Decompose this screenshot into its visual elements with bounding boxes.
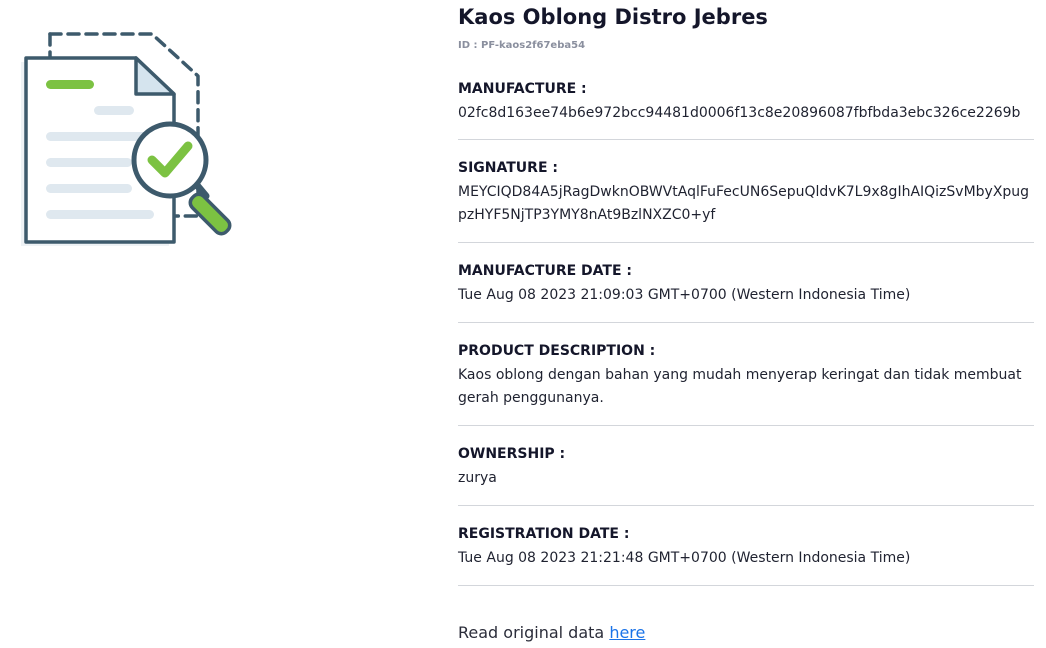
product-id: ID : PF-kaos2f67eba54 — [458, 40, 586, 51]
field-label: SIGNATURE : — [458, 160, 558, 176]
field-signature: SIGNATURE : MEYCIQD84A5jRagDwknOBWVtAqlF… — [458, 158, 1034, 243]
read-original-link[interactable]: here — [609, 623, 645, 642]
field-label: REGISTRATION DATE : — [458, 526, 630, 542]
field-label: PRODUCT DESCRIPTION : — [458, 343, 656, 359]
product-title: Kaos Oblong Distro Jebres — [458, 5, 768, 29]
read-original-text: Read original data — [458, 623, 605, 642]
field-ownership: OWNERSHIP : zurya — [458, 444, 1034, 506]
field-value: Tue Aug 08 2023 21:09:03 GMT+0700 (Weste… — [458, 287, 911, 303]
field-value: zurya — [458, 470, 497, 486]
field-registration-date: REGISTRATION DATE : Tue Aug 08 2023 21:2… — [458, 524, 1034, 586]
product-details: Kaos Oblong Distro Jebres ID : PF-kaos2f… — [458, 0, 1034, 644]
document-verified-magnifier-icon — [18, 30, 250, 252]
field-value: Tue Aug 08 2023 21:21:48 GMT+0700 (Weste… — [458, 550, 911, 566]
field-value: Kaos oblong dengan bahan yang mudah meny… — [458, 367, 1022, 406]
read-original-data: Read original data here — [458, 622, 1034, 644]
field-label: MANUFACTURE : — [458, 81, 587, 97]
field-product-description: PRODUCT DESCRIPTION : Kaos oblong dengan… — [458, 341, 1034, 426]
field-label: OWNERSHIP : — [458, 446, 566, 462]
field-manufacture: MANUFACTURE : 02fc8d163ee74b6e972bcc9448… — [458, 79, 1034, 140]
field-label: MANUFACTURE DATE : — [458, 263, 633, 279]
field-manufacture-date: MANUFACTURE DATE : Tue Aug 08 2023 21:09… — [458, 261, 1034, 323]
field-value: 02fc8d163ee74b6e972bcc94481d0006f13c8e20… — [458, 105, 1021, 121]
field-value: MEYCIQD84A5jRagDwknOBWVtAqlFuFecUN6SepuQ… — [458, 184, 1030, 223]
